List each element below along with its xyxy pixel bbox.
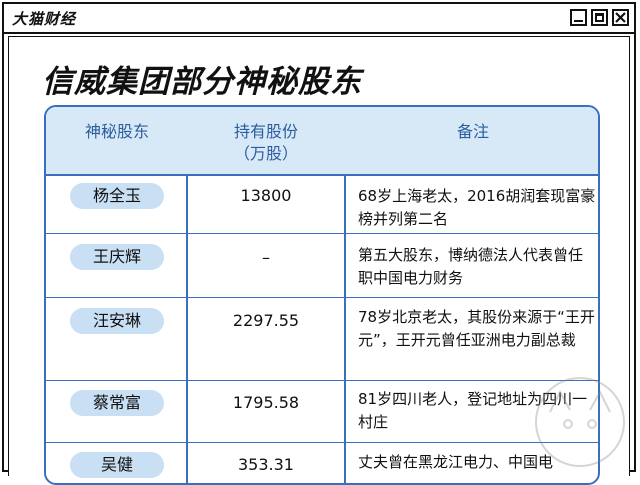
close-icon[interactable] — [612, 9, 629, 26]
shares-value: 2297.55 — [232, 311, 300, 330]
header-note: 备注 — [456, 122, 489, 141]
shares-value: 353.31 — [238, 455, 294, 474]
note-text: 68岁上海老太，2016胡润套现富豪榜并列第二名 — [358, 187, 596, 228]
shareholder-table: 神秘股东 持有股份 （万股） 备注 杨全玉 13800 68岁上海老太，2016… — [44, 105, 600, 485]
table-row: 汪安琳 2297.55 78岁北京老太，其股份来源于“王开元”，王开元曾任亚洲电… — [46, 298, 598, 381]
minimize-icon[interactable] — [570, 9, 587, 26]
watermark-stamp-icon — [535, 377, 625, 467]
column-divider — [186, 176, 188, 483]
shareholder-name: 吴健 — [70, 452, 164, 478]
header-shares-line1: 持有股份 — [233, 122, 298, 141]
shareholder-name: 汪安琳 — [70, 308, 164, 334]
table-row: 蔡常富 1795.58 81岁四川老人，登记地址为四川一村庄 — [46, 381, 598, 443]
table-row: 吴健 353.31 丈夫曾在黑龙江电力、中国电 — [46, 443, 598, 483]
note-text: 78岁北京老太，其股份来源于“王开元”，王开元曾任亚洲电力副总裁 — [358, 308, 595, 349]
shareholder-name: 蔡常富 — [70, 390, 164, 416]
shares-value: – — [262, 248, 270, 267]
page-title: 信威集团部分神秘股东 — [42, 64, 362, 100]
table-header: 神秘股东 持有股份 （万股） 备注 — [46, 107, 598, 176]
brand-label: 大猫财经 — [12, 10, 77, 28]
header-shareholder: 神秘股东 — [84, 122, 149, 141]
shares-value: 1795.58 — [232, 393, 300, 412]
shares-value: 13800 — [240, 186, 292, 205]
table-row: 杨全玉 13800 68岁上海老太，2016胡润套现富豪榜并列第二名 — [46, 176, 598, 234]
shareholder-name: 王庆辉 — [70, 244, 164, 270]
header-shares-line2: （万股） — [233, 144, 298, 163]
header-shares: 持有股份 （万股） — [188, 121, 344, 165]
note-text: 第五大股东，博纳德法人代表曾任职中国电力财务 — [358, 246, 584, 287]
title-bar: 大猫财经 — [4, 4, 634, 34]
maximize-icon[interactable] — [591, 9, 608, 26]
table-row: 王庆辉 – 第五大股东，博纳德法人代表曾任职中国电力财务 — [46, 234, 598, 298]
column-divider — [344, 176, 346, 483]
shareholder-name: 杨全玉 — [70, 183, 164, 209]
